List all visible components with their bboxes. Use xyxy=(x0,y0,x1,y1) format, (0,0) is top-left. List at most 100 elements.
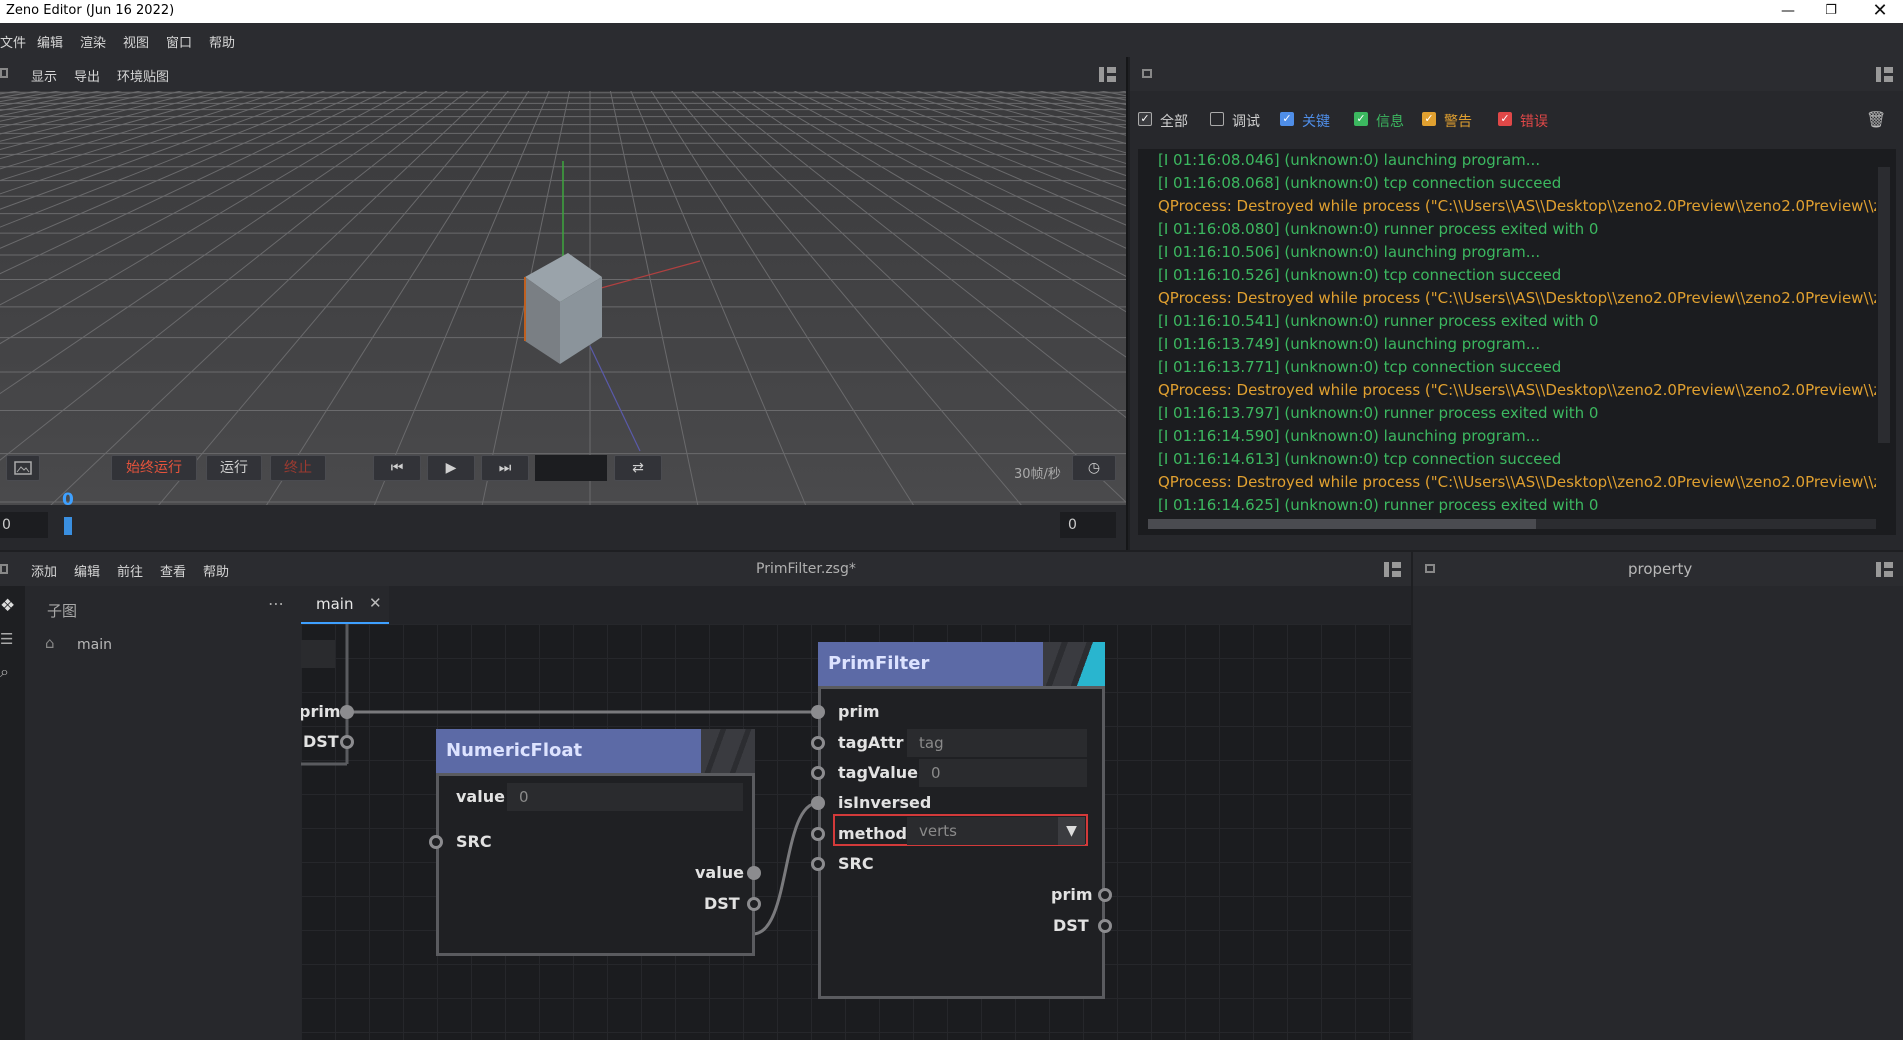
checkbox-icon[interactable]: ✓ xyxy=(1422,112,1436,126)
log-filter-4[interactable]: ✓ 警告 xyxy=(1422,109,1492,130)
editor-menu-add[interactable]: 添加 xyxy=(31,561,57,580)
frame-input[interactable] xyxy=(535,455,607,481)
timer-button[interactable]: ◷ xyxy=(1072,455,1116,481)
log-line: [I 01:16:13.771] (unknown:0) tcp connect… xyxy=(1158,358,1562,376)
primfilter-tagvalue-field[interactable]: 0 xyxy=(919,759,1087,787)
close-icon[interactable]: ✕ xyxy=(1857,0,1903,23)
editor-menu-goto[interactable]: 前往 xyxy=(117,561,143,580)
primfilter-src-socket[interactable] xyxy=(811,857,825,871)
trash-icon[interactable]: 🗑 xyxy=(1866,110,1886,129)
menu-view[interactable]: 视图 xyxy=(123,32,149,51)
checkbox-icon[interactable] xyxy=(1210,112,1224,126)
primfilter-input-prim-label: prim xyxy=(838,702,880,721)
tree-icon[interactable]: ☰ xyxy=(0,630,13,648)
menu-help[interactable]: 帮助 xyxy=(209,32,235,51)
title-bar: Zeno Editor (Jun 16 2022) — ❐ ✕ xyxy=(0,0,1903,23)
stop-button[interactable]: 终止 xyxy=(270,455,326,481)
primfilter-tagattr-field[interactable]: tag xyxy=(907,729,1087,757)
log-line: QProcess: Destroyed while process ("C:\\… xyxy=(1158,473,1876,491)
node-options-icon[interactable] xyxy=(1043,642,1105,686)
node-options-icon[interactable] xyxy=(701,729,755,773)
viewport-menu-envmap[interactable]: 环境贴图 xyxy=(117,66,169,85)
link-value-isinversed xyxy=(752,801,819,936)
loop-button[interactable]: ⇄ xyxy=(614,455,662,481)
dock-layout-icon[interactable] xyxy=(1099,67,1116,82)
skip-back-icon: ⏮ xyxy=(390,460,404,476)
3d-viewport[interactable] xyxy=(0,91,1126,505)
checkbox-icon[interactable]: ✓ xyxy=(1138,112,1152,126)
panel-grip-icon[interactable] xyxy=(1142,69,1152,78)
log-filter-2[interactable]: ✓ 关键 xyxy=(1280,109,1350,130)
always-run-button[interactable]: 始终运行 xyxy=(111,455,197,481)
next-frame-button[interactable]: ⏭ xyxy=(481,455,529,481)
editor-menu-help[interactable]: 帮助 xyxy=(203,561,229,580)
node-editor-panel: 添加 编辑 前往 查看 帮助 PrimFilter.zsg* ❖ ☰ ⌕ 子图 … xyxy=(0,552,1411,1040)
menu-edit[interactable]: 编辑 xyxy=(37,32,63,51)
log-filter-label: 全部 xyxy=(1160,114,1188,130)
log-line: [I 01:16:14.590] (unknown:0) launching p… xyxy=(1158,427,1541,445)
frame-end-input[interactable]: 0 xyxy=(1060,512,1116,538)
primfilter-isinversed-socket[interactable] xyxy=(811,796,825,810)
primfilter-tagvalue-socket[interactable] xyxy=(811,766,825,780)
frame-start-input[interactable]: 0 xyxy=(0,512,48,538)
log-hscroll-track[interactable] xyxy=(1148,519,1876,529)
prev-frame-button[interactable]: ⏮ xyxy=(373,455,421,481)
nodes-icon[interactable]: ❖ xyxy=(0,596,15,616)
dock-layout-icon[interactable] xyxy=(1384,562,1401,577)
log-vscroll-track[interactable] xyxy=(1878,167,1890,443)
numericfloat-src-socket[interactable] xyxy=(429,835,443,849)
search-icon[interactable]: ⌕ xyxy=(0,662,9,682)
close-tab-icon[interactable]: ✕ xyxy=(369,594,382,612)
viewport-menu-display[interactable]: 显示 xyxy=(31,66,57,85)
more-icon[interactable]: ⋯ xyxy=(268,594,284,613)
menu-render[interactable]: 渲染 xyxy=(80,32,106,51)
panel-grip-icon[interactable] xyxy=(0,68,8,78)
dock-layout-icon[interactable] xyxy=(1876,67,1893,82)
subgraph-panel: 子图 ⋯ ⌂ main xyxy=(25,586,301,1040)
partial-prim-socket[interactable] xyxy=(340,705,354,719)
primfilter-header[interactable]: PrimFilter xyxy=(818,642,1105,686)
primfilter-input-isinversed-label: isInversed xyxy=(838,793,932,812)
primfilter-output-prim-label: prim xyxy=(1051,885,1093,904)
partial-dst-socket[interactable] xyxy=(340,735,354,749)
primfilter-title: PrimFilter xyxy=(828,653,930,674)
panel-grip-icon[interactable] xyxy=(1425,564,1435,573)
screenshot-button[interactable] xyxy=(6,455,40,481)
subgraph-item-main[interactable]: ⌂ main xyxy=(45,634,245,660)
log-filter-3[interactable]: ✓ 信息 xyxy=(1354,109,1424,130)
log-filter-0[interactable]: ✓ 全部 xyxy=(1138,109,1208,130)
numericfloat-value-field[interactable]: 0 xyxy=(507,783,743,811)
panel-grip-icon[interactable] xyxy=(0,564,8,574)
checkbox-icon[interactable]: ✓ xyxy=(1280,112,1294,126)
viewport-menu-export[interactable]: 导出 xyxy=(74,66,100,85)
tab-main[interactable]: main ✕ xyxy=(301,586,389,624)
checkbox-icon[interactable]: ✓ xyxy=(1354,112,1368,126)
node-graph-canvas[interactable]: prim DST NumericFloat value 0 SRC value … xyxy=(301,624,1411,1040)
timeline-cursor[interactable] xyxy=(64,517,72,535)
primfilter-prim-socket[interactable] xyxy=(811,705,825,719)
checkbox-icon[interactable]: ✓ xyxy=(1498,112,1512,126)
numericfloat-value-socket[interactable] xyxy=(747,866,761,880)
log-filter-5[interactable]: ✓ 错误 xyxy=(1498,109,1568,130)
primfilter-method-socket[interactable] xyxy=(811,827,825,841)
primfilter-method-select[interactable]: verts xyxy=(907,817,1059,845)
log-list[interactable]: [I 01:16:08.046] (unknown:0) launching p… xyxy=(1138,149,1896,535)
primfilter-out-dst-socket[interactable] xyxy=(1098,919,1112,933)
menu-window[interactable]: 窗口 xyxy=(166,32,192,51)
clock-icon: ◷ xyxy=(1087,460,1101,476)
editor-menu-edit[interactable]: 编辑 xyxy=(74,561,100,580)
numericfloat-header[interactable]: NumericFloat xyxy=(436,729,755,773)
dock-layout-icon[interactable] xyxy=(1876,562,1893,577)
numericfloat-dst-socket[interactable] xyxy=(747,897,761,911)
log-hscroll-thumb[interactable] xyxy=(1148,519,1536,529)
primfilter-out-prim-socket[interactable] xyxy=(1098,888,1112,902)
primfilter-tagattr-socket[interactable] xyxy=(811,736,825,750)
chevron-down-icon[interactable]: ▼ xyxy=(1058,817,1085,845)
log-filter-1[interactable]: 调试 xyxy=(1210,109,1280,130)
editor-menu-view[interactable]: 查看 xyxy=(160,561,186,580)
run-button[interactable]: 运行 xyxy=(206,455,262,481)
menu-file[interactable]: 文件 xyxy=(0,32,26,51)
restore-icon[interactable]: ❐ xyxy=(1808,0,1854,23)
play-button[interactable]: ▶ xyxy=(427,455,475,481)
minimize-icon[interactable]: — xyxy=(1765,0,1811,23)
